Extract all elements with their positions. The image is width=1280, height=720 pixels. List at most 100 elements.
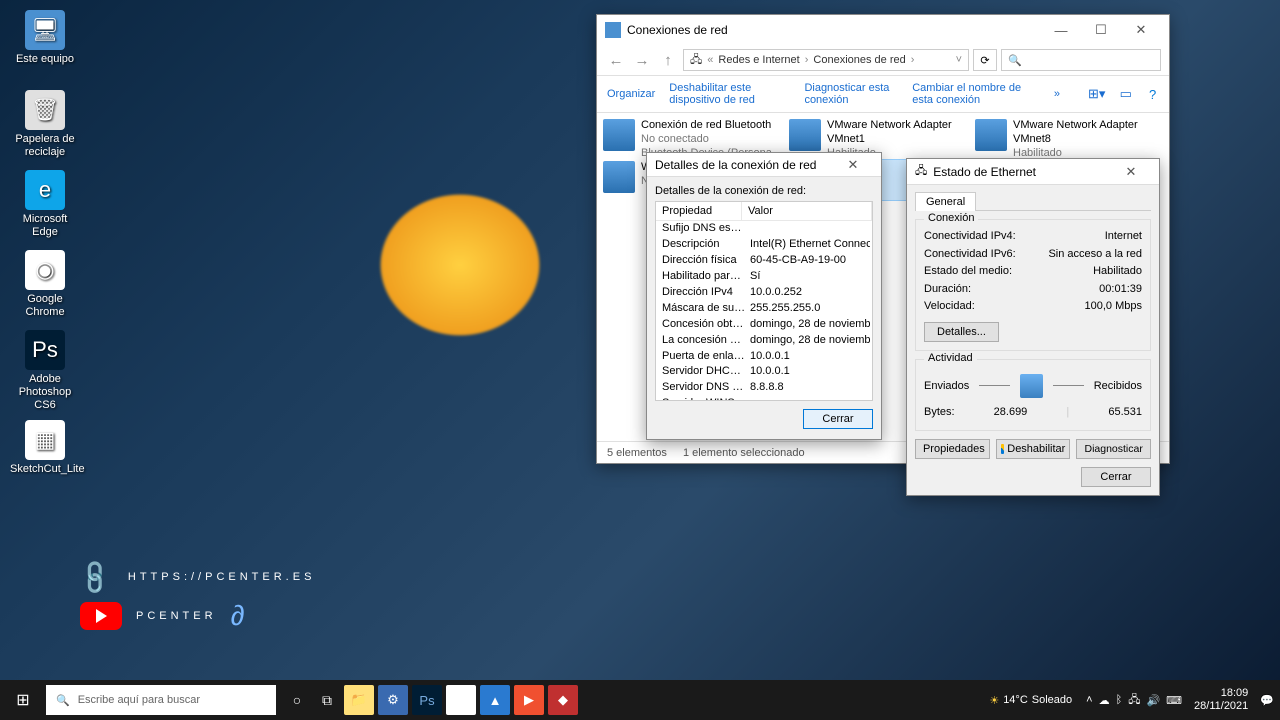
back-button[interactable]: ← <box>605 49 627 71</box>
detail-row[interactable]: Sufijo DNS específico p... <box>656 221 872 237</box>
status-row: Conectividad IPv6:Sin acceso a la red <box>924 246 1142 264</box>
address-bar: ← → ↑ 🖧 « Redes e Internet › Conexiones … <box>597 45 1169 76</box>
up-button[interactable]: ↑ <box>657 49 679 71</box>
detail-row[interactable]: Servidor DNS IPv48.8.8.8 <box>656 380 872 396</box>
chrome-app[interactable]: ◉ <box>446 685 476 715</box>
details-table[interactable]: Propiedad Valor Sufijo DNS específico p.… <box>655 201 873 401</box>
diagnose-button[interactable]: Diagnosticar esta conexión <box>804 82 898 106</box>
desktop-icon[interactable]: 🖥Este equipo <box>10 10 80 66</box>
app-icon: 🗑 <box>25 90 65 130</box>
detail-row[interactable]: Habilitado para DHCPSí <box>656 269 872 285</box>
start-button[interactable]: ⊞ <box>0 680 46 720</box>
taskbar[interactable]: ⊞ 🔍 Escribe aquí para buscar ○ ⧉ 📁 ⚙ Ps … <box>0 680 1280 720</box>
properties-button[interactable]: Propiedades <box>915 439 990 459</box>
adapter-icon <box>789 119 821 151</box>
desktop-icon[interactable]: ▦SketchCut_Lite <box>10 420 80 476</box>
preview-pane-button[interactable]: ▭ <box>1119 85 1132 103</box>
diagnose-button[interactable]: Diagnosticar <box>1076 439 1151 459</box>
control-panel-app[interactable]: ⚙ <box>378 685 408 715</box>
clock[interactable]: 18:09 28/11/2021 <box>1194 687 1248 713</box>
forward-button[interactable]: → <box>631 49 653 71</box>
bluetooth-icon[interactable]: ᛒ <box>1116 694 1123 706</box>
refresh-button[interactable]: ⟳ <box>973 49 997 71</box>
details-button[interactable]: Detalles... <box>924 322 999 342</box>
close-button[interactable]: Cerrar <box>803 409 873 429</box>
link-icon: 🔗 <box>75 554 119 598</box>
close-button[interactable]: ✕ <box>1121 17 1161 43</box>
toolbar: Organizar Deshabilitar este dispositivo … <box>597 76 1169 113</box>
desktop-icon[interactable]: ◉Google Chrome <box>10 250 80 319</box>
app-icon: 🖥 <box>25 10 65 50</box>
onedrive-icon[interactable]: ☁ <box>1099 694 1110 707</box>
search-input[interactable]: 🔍 <box>1001 49 1161 71</box>
network-icon[interactable]: 🖧 <box>1128 691 1140 710</box>
task-view-button[interactable]: ⧉ <box>312 680 342 720</box>
keyboard-icon[interactable]: ⌨ <box>1166 694 1182 707</box>
sun-icon: ☀ <box>989 694 999 707</box>
weather-widget[interactable]: ☀ 14°C Soleado <box>989 694 1072 707</box>
app-icon: Ps <box>25 330 65 370</box>
adapter-icon <box>975 119 1007 151</box>
detail-row[interactable]: Dirección IPv410.0.0.252 <box>656 285 872 301</box>
detail-row[interactable]: Concesión obtenidadomingo, 28 de noviemb… <box>656 317 872 333</box>
titlebar[interactable]: Conexiones de red — ☐ ✕ <box>597 15 1169 45</box>
breadcrumb[interactable]: 🖧 « Redes e Internet › Conexiones de red… <box>683 49 969 71</box>
maximize-button[interactable]: ☐ <box>1081 17 1121 43</box>
app-orange[interactable]: ▶ <box>514 685 544 715</box>
titlebar[interactable]: 🖧 Estado de Ethernet ✕ <box>907 159 1159 185</box>
app-red[interactable]: ◆ <box>548 685 578 715</box>
detail-row[interactable]: Servidor WINS IPv4 <box>656 396 872 401</box>
overlay-url: 🔗 HTTPS://PCENTER.ES <box>80 562 315 591</box>
titlebar[interactable]: Detalles de la conexión de red ✕ <box>647 153 881 177</box>
view-options-button[interactable]: ⊞▾ <box>1088 85 1105 103</box>
computer-icon <box>1020 374 1043 398</box>
detail-row[interactable]: Servidor DHCP IPv410.0.0.1 <box>656 364 872 380</box>
disable-device-button[interactable]: Deshabilitar este dispositivo de red <box>669 82 790 106</box>
status-row: Duración:00:01:39 <box>924 281 1142 299</box>
detail-row[interactable]: La concesión expiradomingo, 28 de noviem… <box>656 333 872 349</box>
ethernet-status-dialog[interactable]: 🖧 Estado de Ethernet ✕ General Conexión … <box>906 158 1160 496</box>
detail-row[interactable]: Dirección física60-45-CB-A9-19-00 <box>656 253 872 269</box>
desktop-icon[interactable]: eMicrosoft Edge <box>10 170 80 239</box>
minimize-button[interactable]: — <box>1041 17 1081 43</box>
tab-general[interactable]: General <box>915 192 976 211</box>
app-icon: e <box>25 170 65 210</box>
search-icon: 🔍 <box>56 694 70 707</box>
adapter-icon <box>603 119 635 151</box>
column-property[interactable]: Propiedad <box>656 202 742 220</box>
brave-app[interactable]: ▲ <box>480 685 510 715</box>
notifications-icon[interactable]: 💬 <box>1260 694 1274 707</box>
window-title: Conexiones de red <box>627 23 1041 37</box>
detail-row[interactable]: DescripciónIntel(R) Ethernet Connection … <box>656 237 872 253</box>
network-icon: 🖧 <box>915 162 927 181</box>
chevron-up-icon[interactable]: ˄ <box>1086 694 1092 706</box>
app-icon: ◉ <box>25 250 65 290</box>
rename-button[interactable]: Cambiar el nombre de esta conexión <box>912 82 1040 106</box>
close-button[interactable]: ✕ <box>1111 159 1151 185</box>
desktop-icon[interactable]: 🗑Papelera de reciclaje <box>10 90 80 159</box>
taskbar-search[interactable]: 🔍 Escribe aquí para buscar <box>46 685 276 715</box>
volume-icon[interactable]: 🔊 <box>1146 694 1160 707</box>
adapter-item[interactable]: VMware Network Adapter VMnet8 Habilitado… <box>973 117 1159 159</box>
connection-group: Conexión Conectividad IPv4:InternetConec… <box>915 219 1151 351</box>
network-icon: 🖧 <box>690 51 702 70</box>
cortana-button[interactable]: ○ <box>282 680 312 720</box>
photoshop-app[interactable]: Ps <box>412 685 442 715</box>
column-value[interactable]: Valor <box>742 202 872 220</box>
desktop[interactable]: 🖥Este equipo 🗑Papelera de reciclaje eMicro… <box>0 0 1280 720</box>
close-button[interactable]: Cerrar <box>1081 467 1151 487</box>
close-button[interactable]: ✕ <box>833 152 873 178</box>
detail-row[interactable]: Puerta de enlace predet...10.0.0.1 <box>656 349 872 365</box>
detail-row[interactable]: Máscara de subred IPv4255.255.255.0 <box>656 301 872 317</box>
youtube-icon <box>80 602 122 630</box>
adapter-icon <box>603 161 635 193</box>
help-button[interactable]: ? <box>1146 85 1159 103</box>
explorer-app[interactable]: 📁 <box>344 685 374 715</box>
desktop-icon[interactable]: PsAdobe Photoshop CS6 <box>10 330 80 413</box>
status-row: Conectividad IPv4:Internet <box>924 228 1142 246</box>
overlay-channel: PCENTER ∂ <box>80 600 248 632</box>
disable-button[interactable]: Deshabilitar <box>996 439 1071 459</box>
system-tray[interactable]: ☀ 14°C Soleado ˄ ☁ ᛒ 🖧 🔊 ⌨ 18:09 28/11/2… <box>983 687 1280 713</box>
organize-menu[interactable]: Organizar <box>607 88 655 100</box>
connection-details-dialog[interactable]: Detalles de la conexión de red ✕ Detalle… <box>646 152 882 440</box>
